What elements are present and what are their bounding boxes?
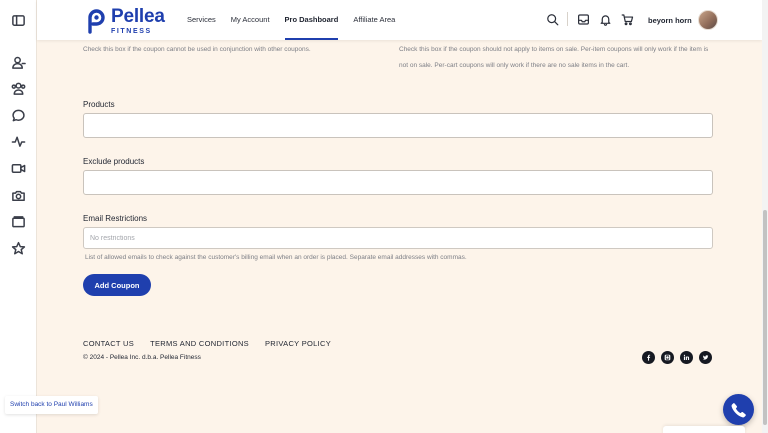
products-input[interactable] bbox=[83, 113, 713, 138]
footer-links: CONTACT US TERMS AND CONDITIONS PRIVACY … bbox=[83, 339, 347, 348]
email-restrictions-help: List of allowed emails to check against … bbox=[85, 254, 467, 261]
search-icon[interactable] bbox=[545, 12, 559, 26]
add-coupon-button[interactable]: Add Coupon bbox=[83, 274, 151, 296]
facebook-icon[interactable] bbox=[642, 351, 655, 364]
email-restrictions-input[interactable] bbox=[83, 227, 713, 249]
activity-icon[interactable] bbox=[10, 133, 27, 150]
social-links bbox=[642, 351, 718, 364]
twitter-icon[interactable] bbox=[699, 351, 712, 364]
chat-icon[interactable] bbox=[10, 107, 27, 124]
header-actions bbox=[545, 12, 642, 26]
brand-name: Pellea bbox=[111, 6, 165, 27]
brand-subtitle: FITNESS bbox=[111, 28, 152, 35]
linkedin-icon[interactable] bbox=[680, 351, 693, 364]
users-icon[interactable] bbox=[10, 80, 27, 97]
footer-contact-link[interactable]: CONTACT US bbox=[83, 339, 134, 348]
brand-logo[interactable]: Pellea FITNESS bbox=[84, 7, 165, 35]
left-icon-rail bbox=[0, 0, 37, 433]
sidebar-toggle-icon[interactable] bbox=[10, 12, 27, 29]
bell-icon[interactable] bbox=[598, 12, 612, 26]
camera-icon[interactable] bbox=[10, 187, 27, 204]
individual-use-help: Check this box if the coupon cannot be u… bbox=[83, 46, 311, 53]
main-nav: Services My Account Pro Dashboard Affili… bbox=[187, 0, 410, 40]
star-icon[interactable] bbox=[10, 240, 27, 257]
pellea-logo-icon bbox=[88, 9, 105, 34]
exclude-sale-items-help: Check this box if the coupon should not … bbox=[399, 46, 709, 69]
phone-icon bbox=[731, 402, 746, 417]
nav-my-account[interactable]: My Account bbox=[231, 0, 270, 40]
nav-pro-dashboard[interactable]: Pro Dashboard bbox=[284, 0, 338, 40]
instagram-icon[interactable] bbox=[661, 351, 674, 364]
chat-widget-tab[interactable] bbox=[663, 426, 745, 433]
user-name: beyorn horn bbox=[648, 15, 692, 25]
nav-affiliate-area[interactable]: Affiliate Area bbox=[353, 0, 395, 40]
scrollbar-thumb[interactable] bbox=[763, 210, 767, 425]
top-header: Pellea FITNESS Services My Account Pro D… bbox=[37, 0, 762, 40]
exclude-products-input[interactable] bbox=[83, 170, 713, 195]
call-button[interactable] bbox=[723, 394, 754, 425]
video-icon[interactable] bbox=[10, 160, 27, 177]
products-label: Products bbox=[83, 100, 115, 109]
user-menu[interactable]: beyorn horn bbox=[648, 10, 718, 30]
header-divider bbox=[567, 12, 568, 26]
exclude-products-label: Exclude products bbox=[83, 157, 145, 166]
email-restrictions-label: Email Restrictions bbox=[83, 214, 148, 223]
user-icon[interactable] bbox=[10, 54, 27, 71]
switch-back-link[interactable]: Switch back to Paul Williams bbox=[5, 396, 98, 414]
avatar[interactable] bbox=[697, 10, 718, 30]
folder-icon[interactable] bbox=[10, 213, 27, 230]
inbox-icon[interactable] bbox=[576, 12, 590, 26]
footer-privacy-link[interactable]: PRIVACY POLICY bbox=[265, 339, 331, 348]
copyright-text: © 2024 - Pellea Inc. d.b.a. Pellea Fitne… bbox=[83, 354, 201, 361]
cart-icon[interactable] bbox=[620, 12, 634, 26]
nav-services[interactable]: Services bbox=[187, 0, 216, 40]
footer-terms-link[interactable]: TERMS AND CONDITIONS bbox=[150, 339, 249, 348]
